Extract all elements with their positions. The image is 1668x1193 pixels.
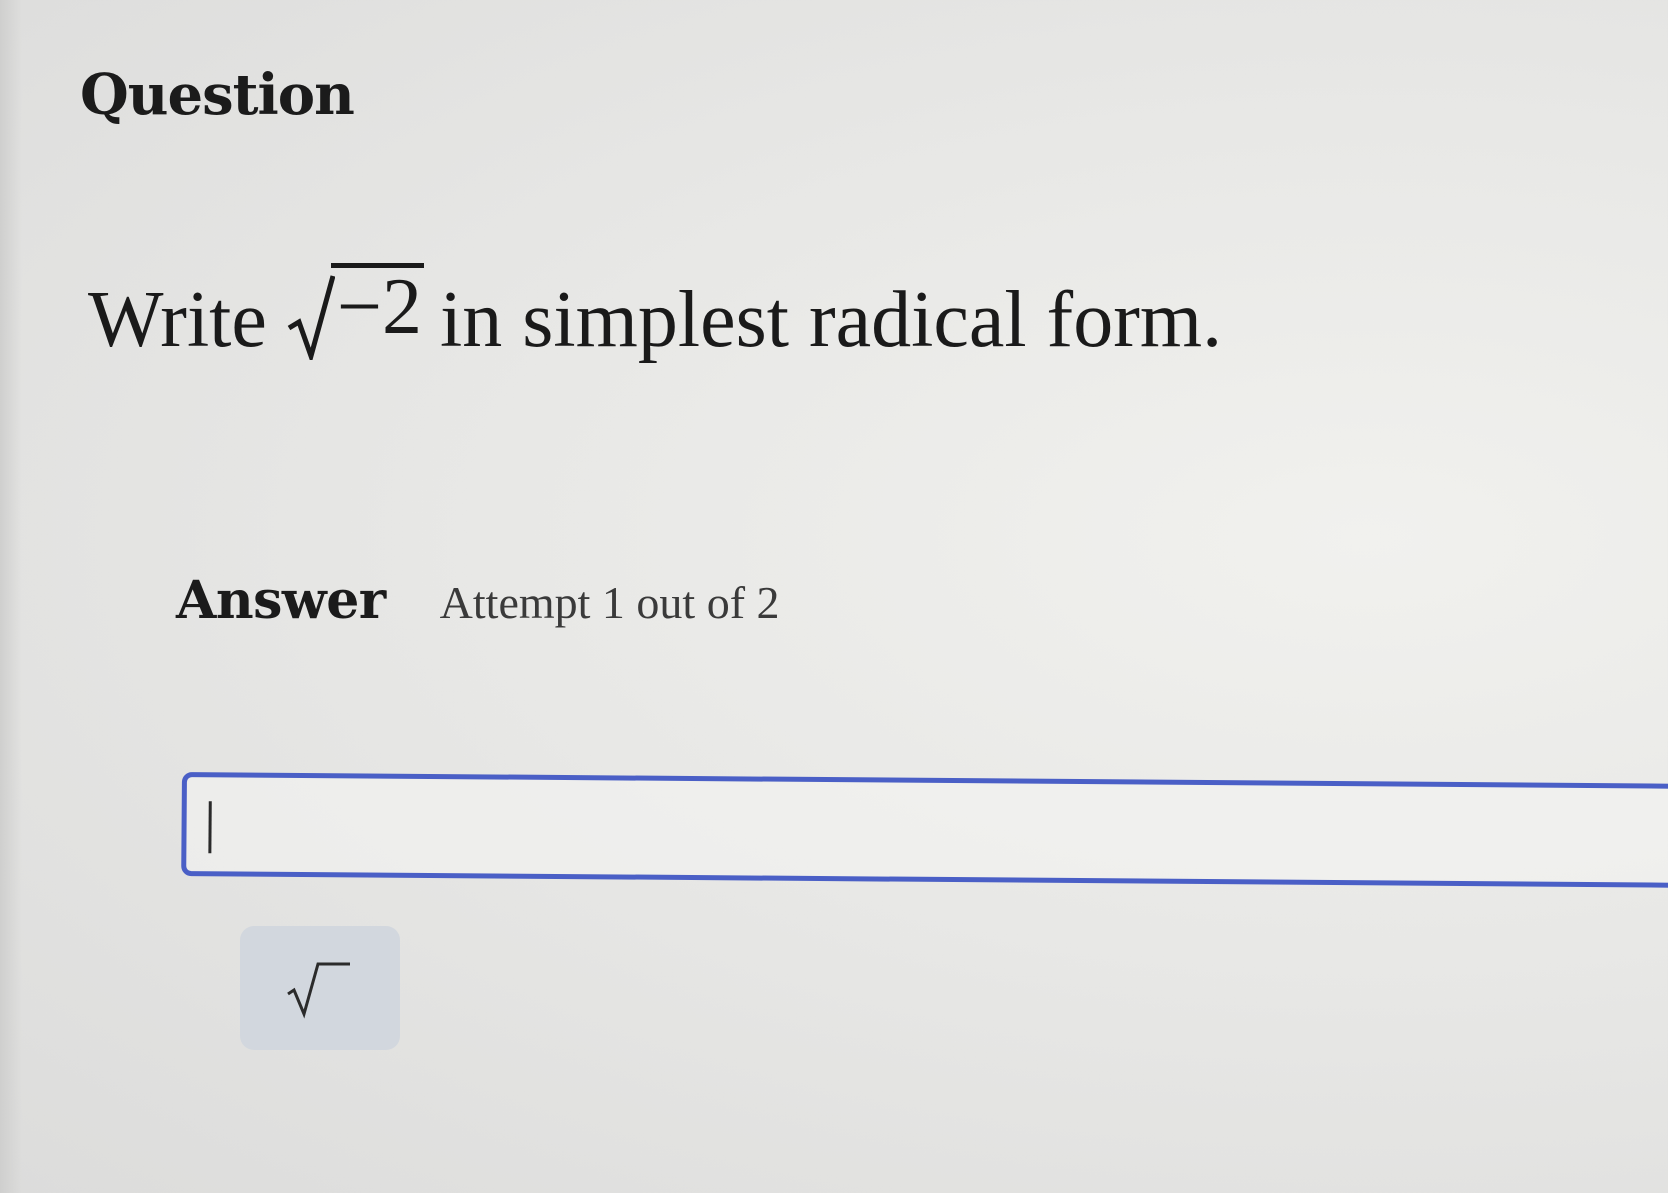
question-page: Question Write −2 in simplest radical fo… [0,0,1668,1193]
radicand: −2 [330,263,425,347]
page-title: Question [80,62,355,128]
attempt-counter: Attempt 1 out of 2 [439,577,780,628]
question-prompt: Write −2 in simplest radical form. [88,258,1222,366]
answer-input[interactable] [181,772,1668,888]
screen-edge-shadow [0,0,22,1193]
answer-label: Answer [176,570,386,631]
answer-header: Answer Attempt 1 out of 2 [176,570,780,631]
square-root-icon [287,962,350,1019]
square-root-expression: −2 [287,258,425,360]
question-suffix: in simplest radical form. [440,276,1223,364]
question-prefix: Write [88,276,267,364]
radical-sign-icon [287,275,335,360]
text-caret [208,801,212,854]
insert-square-root-button[interactable] [240,926,400,1050]
